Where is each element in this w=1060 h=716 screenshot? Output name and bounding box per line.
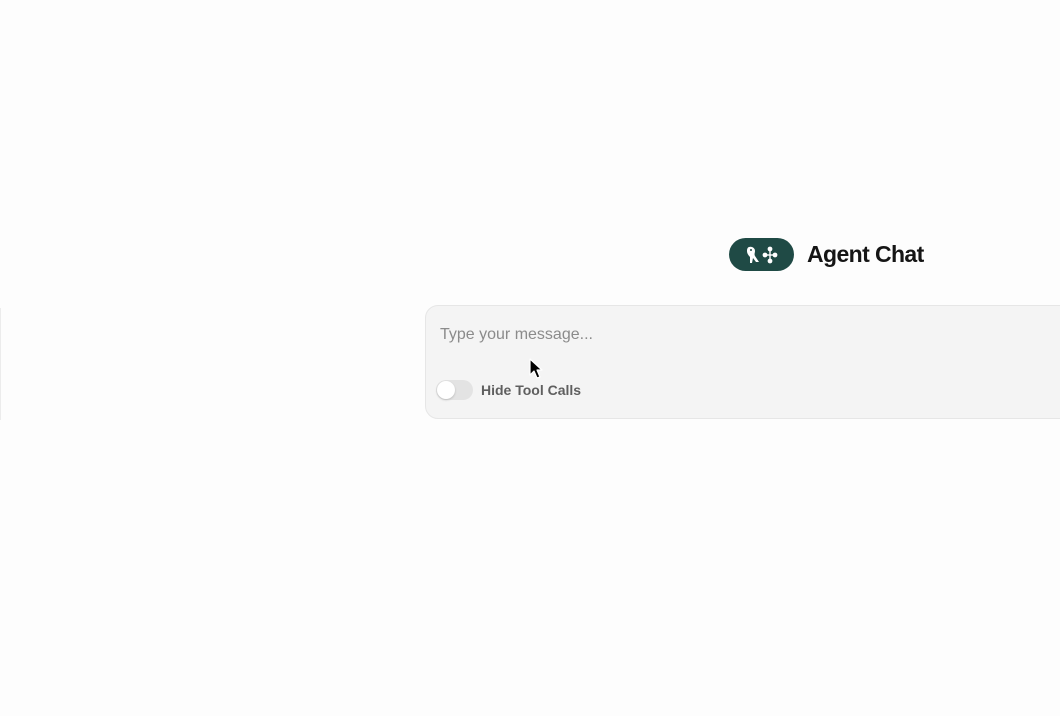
hide-tool-calls-toggle[interactable] <box>436 380 473 400</box>
app-logo <box>729 238 794 271</box>
sidebar-edge-divider <box>0 308 1 420</box>
chat-page: Agent Chat Hide Tool Calls <box>0 0 1060 716</box>
message-composer: Hide Tool Calls <box>425 305 1060 419</box>
hide-tool-calls-label: Hide Tool Calls <box>481 382 582 398</box>
message-input[interactable] <box>440 323 1000 347</box>
page-title: Agent Chat <box>807 241 924 267</box>
toggle-knob <box>437 381 455 399</box>
parrot-network-logo-icon <box>746 246 777 263</box>
chat-header: Agent Chat <box>729 238 924 271</box>
tool-calls-toggle-row: Hide Tool Calls <box>436 380 581 400</box>
